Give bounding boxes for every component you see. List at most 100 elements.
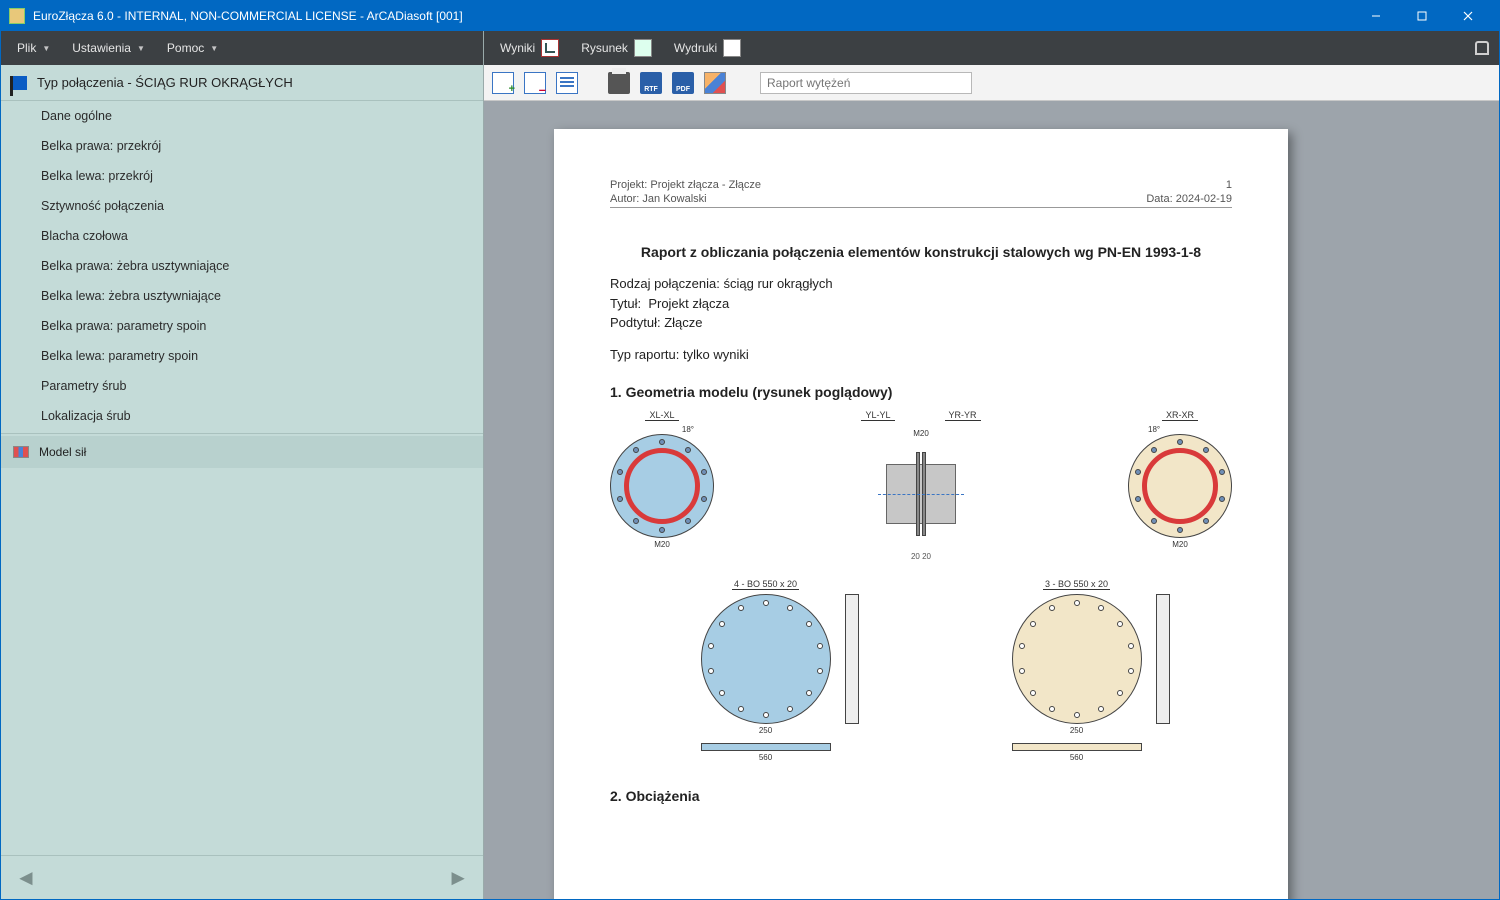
drawing-icon	[634, 39, 652, 57]
bolt-m20-mid: M20	[913, 429, 929, 438]
view-xr-xr: XR-XR 18° M20	[1128, 410, 1232, 549]
flange-right	[1128, 434, 1232, 538]
label-xrxr: XR-XR	[1162, 410, 1198, 421]
page-header: Projekt: Projekt złącza - Złącze Autor: …	[610, 179, 1232, 208]
plate-left: 4 - BO 550 x 20 250 560	[701, 579, 831, 762]
nav-item-parametry-srub[interactable]: Parametry śrub	[1, 371, 483, 401]
new-page-button[interactable]	[492, 72, 514, 94]
nav-item-belka-lewa-przekroj[interactable]: Belka lewa: przekrój	[1, 161, 483, 191]
titlebar: EuroZłącza 6.0 - INTERNAL, NON-COMMERCIA…	[1, 1, 1499, 31]
angle-left: 18°	[682, 425, 694, 434]
menu-wyniki[interactable]: Wyniki	[490, 33, 569, 63]
menu-plik-label: Plik	[17, 41, 36, 55]
results-icon	[541, 39, 559, 57]
dim-width-left: 560	[759, 753, 772, 762]
nav-item-lokalizacja-srub[interactable]: Lokalizacja śrub	[1, 401, 483, 431]
remove-page-button[interactable]	[524, 72, 546, 94]
page-number: 1	[1146, 179, 1232, 191]
project-value: Projekt złącza - Złącze	[650, 179, 761, 191]
left-menubar: Plik ▼ Ustawienia ▼ Pomoc ▼	[1, 31, 483, 65]
date-line: Data: 2024-02-19	[1146, 193, 1232, 205]
menu-rysunek[interactable]: Rysunek	[571, 33, 662, 63]
date-value: 2024-02-19	[1176, 193, 1232, 205]
scale-label: 20 20	[911, 552, 931, 561]
nav-item-belka-lewa-zebra[interactable]: Belka lewa: żebra usztywniające	[1, 281, 483, 311]
body: Plik ▼ Ustawienia ▼ Pomoc ▼ Typ połączen…	[1, 31, 1499, 899]
subtitle-value: Złącze	[664, 315, 702, 330]
close-button[interactable]	[1445, 1, 1491, 31]
type-label: Typ raportu:	[610, 347, 679, 362]
nav-item-blacha-czolowa[interactable]: Blacha czołowa	[1, 221, 483, 251]
view-yl-yr: YL-YL YR-YR M20 20 20	[861, 410, 980, 561]
export-image-button[interactable]	[704, 72, 726, 94]
report-title: Raport z obliczania połączenia elementów…	[610, 244, 1232, 260]
nav-item-belka-prawa-spoiny[interactable]: Belka prawa: parametry spoin	[1, 311, 483, 341]
nav-header[interactable]: Typ połączenia - ŚCIĄG RUR OKRĄGŁYCH	[1, 65, 483, 101]
bottom-flange-left	[701, 594, 831, 724]
caret-icon: ▼	[210, 44, 218, 53]
section-2-heading: 2. Obciążenia	[610, 788, 1232, 804]
menu-ustawienia-label: Ustawienia	[72, 41, 131, 55]
printer-icon	[723, 39, 741, 57]
window-title: EuroZłącza 6.0 - INTERNAL, NON-COMMERCIA…	[33, 9, 1353, 23]
dim-width-right: 560	[1070, 753, 1083, 762]
minimize-button[interactable]	[1353, 1, 1399, 31]
prev-arrow-icon[interactable]: ◄	[15, 865, 37, 891]
author-label: Autor:	[610, 193, 639, 205]
label-yryr: YR-YR	[945, 410, 981, 421]
maximize-button[interactable]	[1399, 1, 1445, 31]
plate-right-label: 3 - BO 550 x 20	[1043, 579, 1110, 590]
nav-item-belka-prawa-przekroj[interactable]: Belka prawa: przekrój	[1, 131, 483, 161]
print-button[interactable]	[608, 72, 630, 94]
dim-bar-right	[1012, 743, 1142, 751]
menu-wyniki-label: Wyniki	[500, 41, 535, 55]
menu-wydruki[interactable]: Wydruki	[664, 33, 751, 63]
subtitle-label: Podtytuł:	[610, 315, 661, 330]
label-xlxl: XL-XL	[645, 410, 678, 421]
page-settings-button[interactable]	[556, 72, 578, 94]
app-icon	[9, 8, 25, 24]
right-panel: Wyniki Rysunek Wydruki	[484, 31, 1499, 899]
kind-value: ściąg rur okrągłych	[723, 276, 832, 291]
dim-bar-left	[701, 743, 831, 751]
menu-ustawienia[interactable]: Ustawienia ▼	[62, 35, 155, 61]
label-ylyl: YL-YL	[861, 410, 894, 421]
caret-icon: ▼	[137, 44, 145, 53]
project-label: Projekt:	[610, 179, 647, 191]
drawing-row-top: XL-XL 18° M20 YL-YL	[610, 410, 1232, 561]
next-arrow-icon[interactable]: ►	[447, 865, 469, 891]
export-rtf-button[interactable]: RTF	[640, 72, 662, 94]
menu-wydruki-label: Wydruki	[674, 41, 717, 55]
menu-rysunek-label: Rysunek	[581, 41, 628, 55]
report-search-input[interactable]	[760, 72, 972, 94]
left-footer: ◄ ►	[1, 855, 483, 899]
menu-pomoc[interactable]: Pomoc ▼	[157, 35, 228, 61]
author-value: Jan Kowalski	[642, 193, 706, 205]
nav-item-model-sil[interactable]: Model sił	[1, 436, 483, 468]
kind-label: Rodzaj połączenia:	[610, 276, 720, 291]
date-label: Data:	[1146, 193, 1172, 205]
angle-right: 18°	[1148, 425, 1160, 434]
bolt-m20-1: M20	[654, 540, 670, 549]
plate-left-label: 4 - BO 550 x 20	[732, 579, 799, 590]
pdf-label: PDF	[676, 86, 690, 93]
nav-item-belka-prawa-zebra[interactable]: Belka prawa: żebra usztywniające	[1, 251, 483, 281]
nav-header-label: Typ połączenia - ŚCIĄG RUR OKRĄGŁYCH	[37, 75, 293, 90]
report-type: Typ raportu: tylko wyniki	[610, 347, 1232, 362]
flag-icon	[13, 76, 27, 90]
rtf-label: RTF	[644, 86, 658, 93]
dim-inner-right: 250	[1070, 726, 1083, 735]
dim-inner-left: 250	[759, 726, 772, 735]
section-1-heading: 1. Geometria modelu (rysunek poglądowy)	[610, 384, 1232, 400]
nav-item-belka-lewa-spoiny[interactable]: Belka lewa: parametry spoin	[1, 341, 483, 371]
document-area[interactable]: Projekt: Projekt złącza - Złącze Autor: …	[484, 101, 1499, 899]
bottom-flange-right	[1012, 594, 1142, 724]
menu-plik[interactable]: Plik ▼	[7, 35, 60, 61]
lock-icon	[1475, 41, 1489, 55]
export-pdf-button[interactable]: PDF	[672, 72, 694, 94]
side-view	[886, 442, 956, 546]
nav-item-sztywnosc[interactable]: Sztywność połączenia	[1, 191, 483, 221]
nav-model-label: Model sił	[39, 445, 86, 459]
nav-item-dane-ogolne[interactable]: Dane ogólne	[1, 101, 483, 131]
window-buttons	[1353, 1, 1491, 31]
